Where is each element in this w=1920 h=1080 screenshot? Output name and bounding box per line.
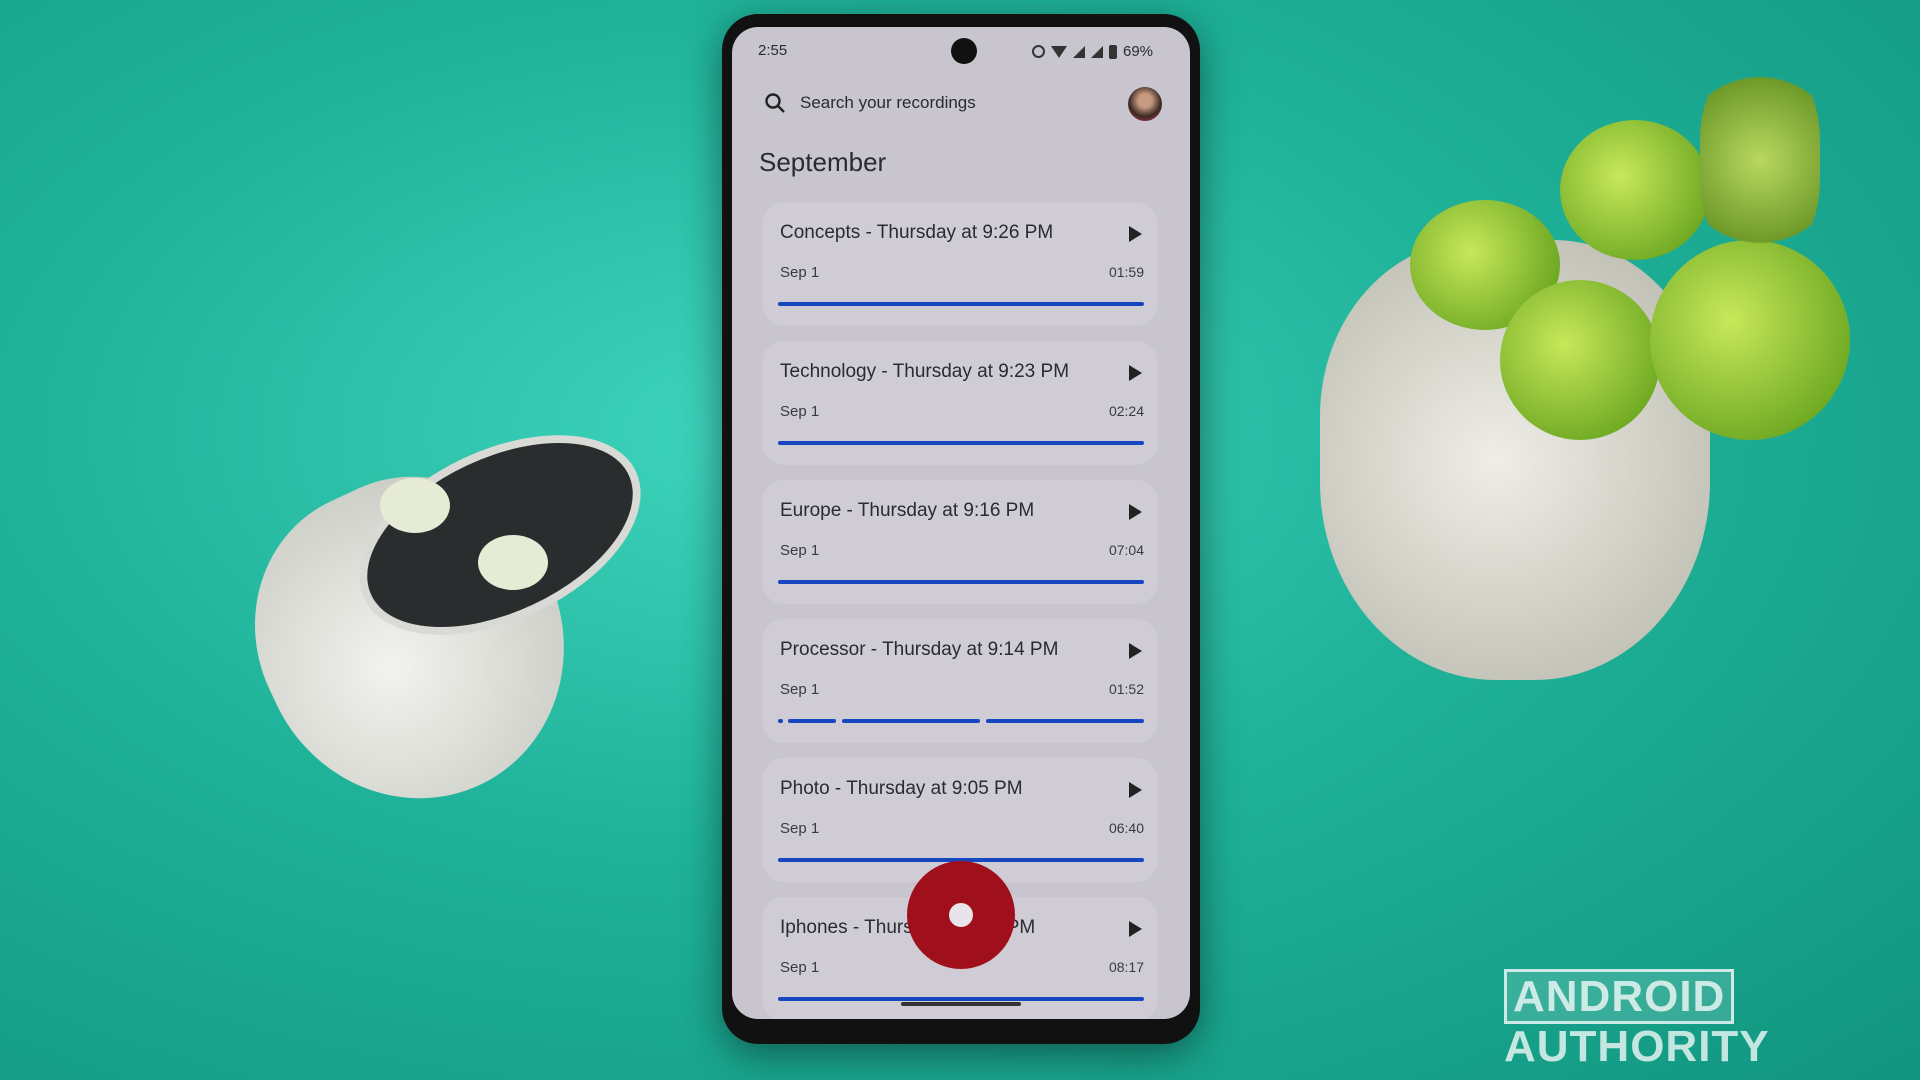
- recording-date: Sep 1: [780, 959, 820, 976]
- waveform-segment: [778, 719, 783, 723]
- recording-date: Sep 1: [780, 264, 820, 281]
- recording-title: Technology - Thursday at 9:23 PM: [780, 361, 1070, 382]
- waveform-bar: [778, 441, 1144, 445]
- earbud: [478, 535, 548, 590]
- recording-card[interactable]: Concepts - Thursday at 9:26 PM Sep 1 01:…: [762, 202, 1158, 326]
- status-time: 2:55: [758, 42, 788, 59]
- waveform-segment: [842, 719, 980, 723]
- search-bar[interactable]: Search your recordings: [752, 77, 1092, 127]
- play-icon[interactable]: [1129, 921, 1142, 937]
- wifi-icon: [1051, 45, 1067, 58]
- earbud: [380, 478, 450, 533]
- recording-date: Sep 1: [780, 542, 820, 559]
- avatar[interactable]: [1128, 87, 1162, 121]
- waveform-bar: [778, 580, 1144, 584]
- recording-duration: 02:24: [1108, 403, 1144, 419]
- recording-title: Processor - Thursday at 9:14 PM: [780, 639, 1059, 660]
- play-icon[interactable]: [1129, 643, 1142, 659]
- camera-cutout: [951, 38, 977, 64]
- status-icons: 69%: [1032, 43, 1153, 60]
- waveform-bar: [778, 997, 1144, 1001]
- search-icon: [765, 93, 785, 113]
- recording-title: Europe - Thursday at 9:16 PM: [780, 500, 1035, 521]
- succulent: [1500, 280, 1660, 440]
- play-icon[interactable]: [1129, 226, 1142, 242]
- record-button[interactable]: [907, 861, 1015, 969]
- dnd-icon: [1032, 45, 1045, 58]
- recording-duration: 07:04: [1108, 542, 1144, 558]
- nav-handle[interactable]: [901, 1002, 1021, 1006]
- waveform-segment: [986, 719, 1144, 723]
- recording-date: Sep 1: [780, 403, 820, 420]
- signal-icon: [1073, 45, 1085, 58]
- signal-roaming-icon: [1091, 45, 1103, 58]
- play-icon[interactable]: [1129, 782, 1142, 798]
- section-title: September: [759, 147, 887, 177]
- recording-duration: 06:40: [1108, 820, 1144, 836]
- waveform-segment: [788, 719, 836, 723]
- recording-duration: 08:17: [1108, 959, 1144, 975]
- watermark: ANDROID AUTHORITY: [1504, 969, 1920, 1072]
- recording-date: Sep 1: [780, 820, 820, 837]
- recording-card[interactable]: Processor - Thursday at 9:14 PM Sep 1 01…: [762, 619, 1158, 743]
- plant-stems: [1700, 60, 1820, 260]
- recording-duration: 01:52: [1108, 681, 1144, 697]
- succulent: [1560, 120, 1710, 260]
- recording-card[interactable]: Europe - Thursday at 9:16 PM Sep 1 07:04: [762, 480, 1158, 604]
- recording-date: Sep 1: [780, 681, 820, 698]
- recording-title: Photo - Thursday at 9:05 PM: [780, 778, 1023, 799]
- succulent: [1650, 240, 1850, 440]
- play-icon[interactable]: [1129, 365, 1142, 381]
- search-input[interactable]: Search your recordings: [800, 93, 976, 113]
- waveform-bar: [778, 302, 1144, 306]
- battery-percent: 69%: [1123, 43, 1154, 60]
- play-icon[interactable]: [1129, 504, 1142, 520]
- recording-title: Concepts - Thursday at 9:26 PM: [780, 222, 1054, 243]
- battery-icon: [1109, 44, 1117, 59]
- recording-duration: 01:59: [1108, 264, 1144, 280]
- recording-card[interactable]: Technology - Thursday at 9:23 PM Sep 1 0…: [762, 341, 1158, 465]
